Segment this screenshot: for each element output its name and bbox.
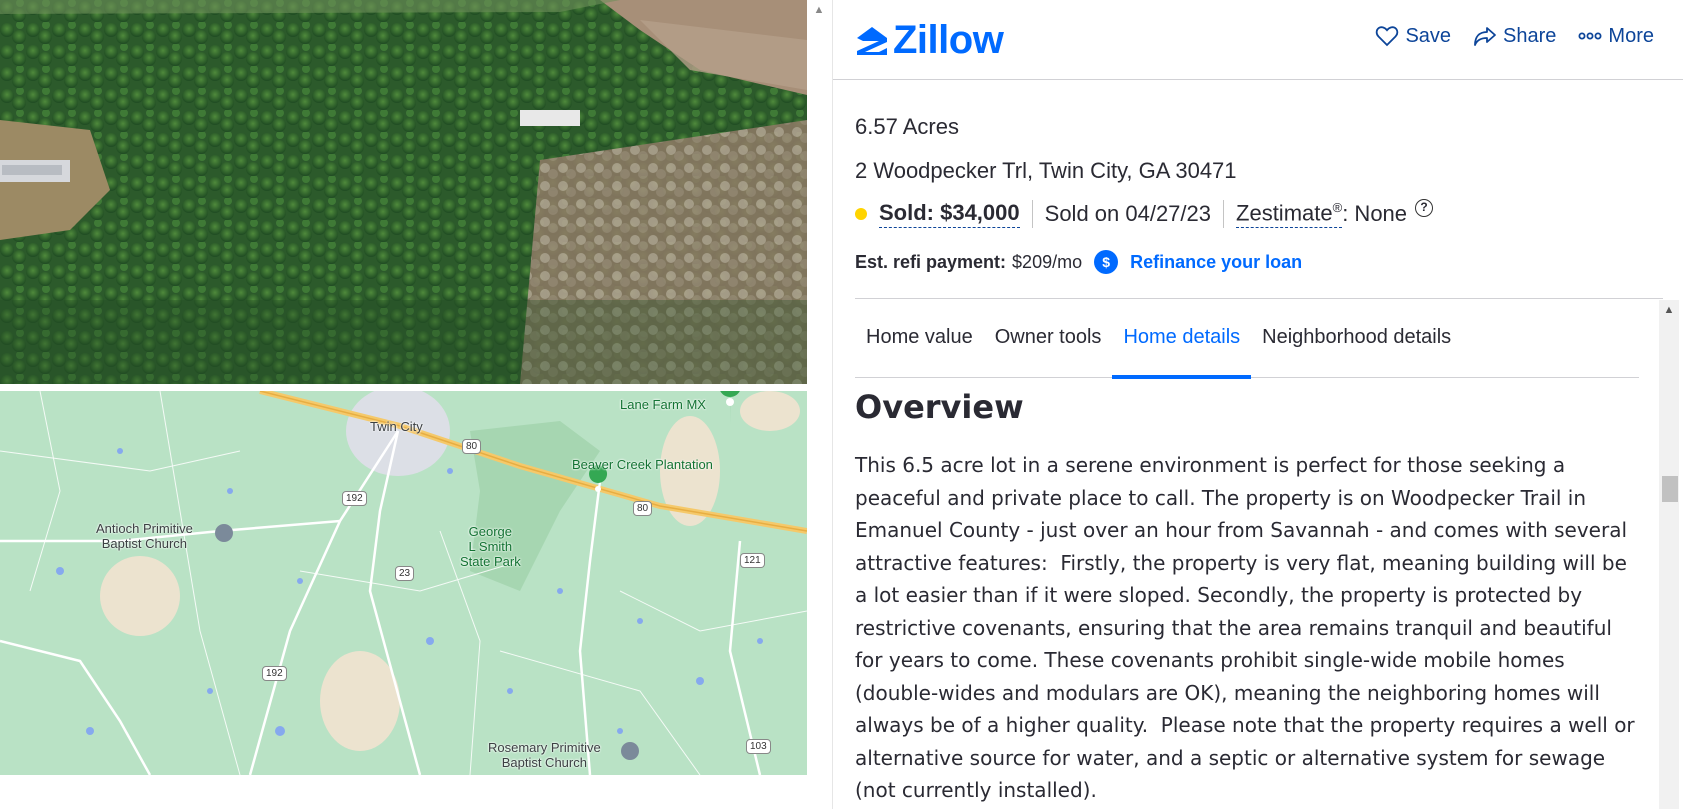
route-shield: 192 bbox=[262, 666, 287, 681]
section-divider bbox=[855, 298, 1663, 299]
divider bbox=[1223, 200, 1225, 228]
route-shield: 121 bbox=[740, 553, 765, 568]
save-label: Save bbox=[1405, 24, 1452, 47]
refinance-link[interactable]: Refinance your loan bbox=[1130, 252, 1302, 273]
map-label-rosemary: Rosemary Primitive Baptist Church bbox=[488, 740, 601, 770]
more-label: More bbox=[1608, 24, 1654, 47]
share-arrow-icon bbox=[1474, 27, 1496, 46]
detail-tabs: Home value Owner tools Home details Neig… bbox=[855, 302, 1639, 379]
logo-text: Zillow bbox=[893, 18, 1004, 62]
map-label-george-smith: George L Smith State Park bbox=[460, 524, 521, 569]
media-column: Twin City Lane Farm MX Beaver Creek Plan… bbox=[0, 0, 824, 809]
listing-panel: Zillow Save Share More 6.57 Acres 2 Wood… bbox=[832, 0, 1683, 809]
aerial-photo-image bbox=[0, 0, 807, 384]
tab-home-details[interactable]: Home details bbox=[1112, 302, 1251, 379]
heart-icon bbox=[1376, 26, 1399, 47]
property-aerial-photo[interactable] bbox=[0, 0, 807, 384]
header-actions: Save Share More bbox=[1375, 24, 1654, 48]
refi-row: Est. refi payment: $209/mo $ Refinance y… bbox=[855, 250, 1302, 274]
tab-home-value[interactable]: Home value bbox=[855, 302, 984, 378]
divider bbox=[1031, 200, 1033, 228]
property-address: 2 Woodpecker Trl, Twin City, GA 30471 bbox=[855, 158, 1237, 183]
zillow-logo[interactable]: Zillow bbox=[855, 18, 1004, 63]
overview-description: This 6.5 acre lot in a serene environmen… bbox=[855, 453, 1642, 802]
registered-mark: ® bbox=[1332, 200, 1343, 216]
scroll-up-arrow-icon[interactable]: ▲ bbox=[1659, 304, 1679, 316]
map-label-lane-farm: Lane Farm MX bbox=[620, 397, 706, 412]
sold-date: Sold on 04/27/23 bbox=[1044, 201, 1212, 226]
map-label-twin-city: Twin City bbox=[370, 419, 423, 434]
refi-value: $209/mo bbox=[1012, 251, 1083, 272]
top-bar: Zillow Save Share More bbox=[833, 0, 1683, 80]
help-icon[interactable]: ? bbox=[1415, 199, 1434, 217]
route-shield: 80 bbox=[633, 501, 653, 516]
refi-label: Est. refi payment: bbox=[855, 251, 1007, 272]
lot-size: 6.57 Acres bbox=[855, 114, 959, 139]
share-button[interactable]: Share bbox=[1473, 24, 1556, 48]
map-label-antioch: Antioch Primitive Baptist Church bbox=[96, 521, 193, 551]
zestimate-value: : None bbox=[1342, 201, 1408, 226]
status-row: Sold: $34,000 Sold on 04/27/23 Zestimate… bbox=[855, 199, 1434, 228]
status-dot-icon bbox=[855, 208, 867, 220]
scroll-thumb[interactable] bbox=[1662, 476, 1678, 502]
scrollbar[interactable]: ▲ bbox=[1659, 300, 1679, 809]
map-label-beaver-creek: Beaver Creek Plantation bbox=[572, 457, 713, 472]
zestimate-link[interactable]: Zestimate® bbox=[1236, 200, 1343, 228]
zillow-logo-icon bbox=[857, 26, 887, 55]
route-shield: 23 bbox=[395, 566, 415, 581]
more-button[interactable]: More bbox=[1578, 24, 1654, 48]
tab-neighborhood-details[interactable]: Neighborhood details bbox=[1251, 302, 1462, 378]
media-scroll-up-arrow[interactable]: ▲ bbox=[812, 4, 826, 18]
route-shield: 103 bbox=[746, 739, 771, 754]
tab-owner-tools[interactable]: Owner tools bbox=[984, 302, 1113, 378]
map-base bbox=[0, 391, 807, 775]
share-label: Share bbox=[1503, 24, 1557, 47]
route-shield: 80 bbox=[462, 439, 482, 454]
property-map[interactable]: Twin City Lane Farm MX Beaver Creek Plan… bbox=[0, 391, 807, 775]
zestimate-label: Zestimate bbox=[1236, 200, 1333, 226]
sold-price[interactable]: Sold: $34,000 bbox=[879, 200, 1020, 228]
save-button[interactable]: Save bbox=[1375, 24, 1451, 48]
route-shield: 192 bbox=[342, 491, 367, 506]
more-dots-icon bbox=[1578, 32, 1602, 40]
overview-heading: Overview bbox=[855, 388, 1024, 426]
dollar-icon: $ bbox=[1094, 250, 1119, 274]
